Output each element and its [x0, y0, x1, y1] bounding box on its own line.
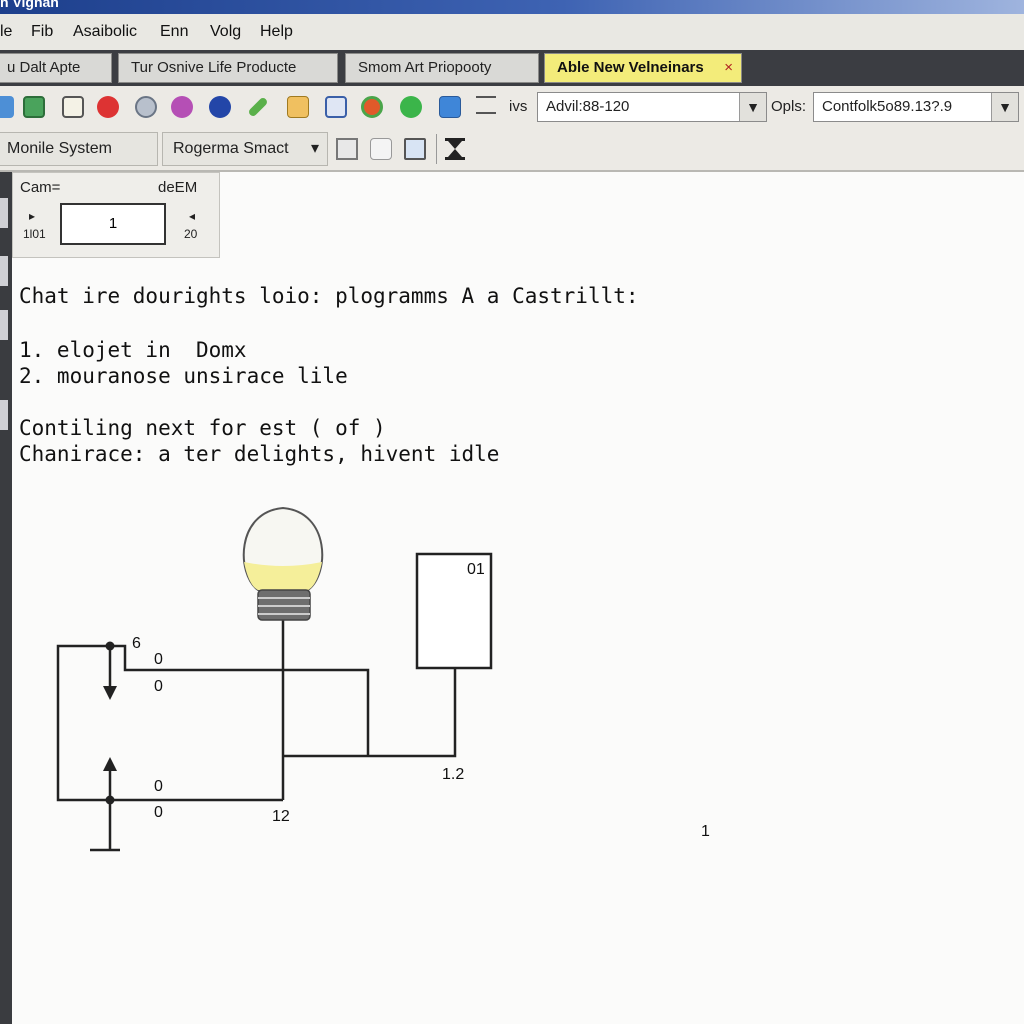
arrow-down-icon [103, 686, 117, 700]
label-bottom-12: 12 [272, 808, 290, 825]
label-bot-0a: 0 [154, 778, 163, 795]
wire-top [110, 644, 370, 756]
junction-node [105, 641, 115, 651]
label-top-0a: 0 [154, 651, 163, 668]
label-box-01: 01 [467, 561, 485, 578]
lightbulb-icon [242, 506, 324, 621]
label-bot-0b: 0 [154, 804, 163, 821]
arrow-up-icon [103, 757, 117, 771]
circuit-diagram: 6 0 0 0 0 12 01 1.2 1 [56, 506, 710, 852]
label-top-0b: 0 [154, 678, 163, 695]
label-right-1-2: 1.2 [442, 766, 464, 783]
label-lone-1: 1 [701, 823, 710, 840]
circuit-wires [56, 620, 457, 852]
junction-node [105, 795, 115, 805]
label-top-6: 6 [132, 635, 141, 652]
